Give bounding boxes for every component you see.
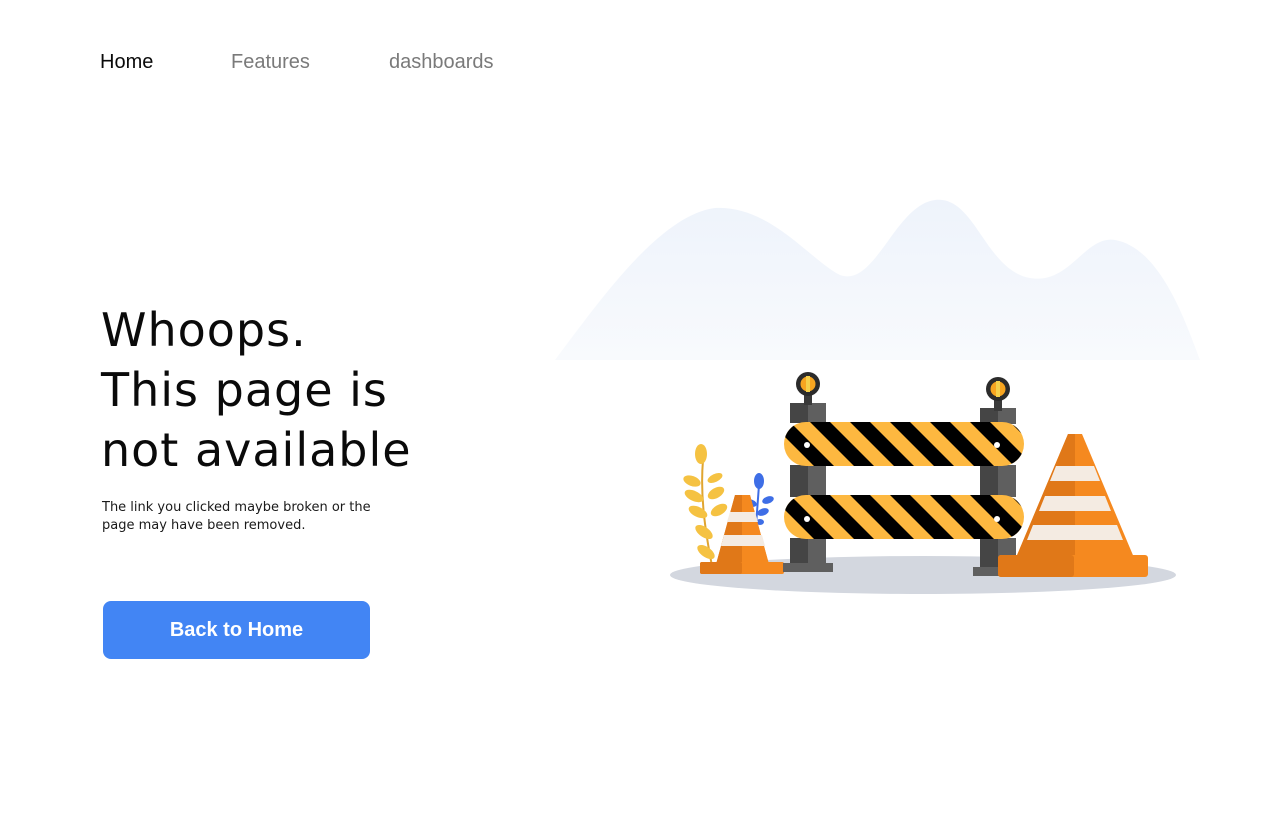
nav-features-link[interactable]: Features: [231, 48, 310, 76]
page-title-line-3: not available: [101, 423, 412, 477]
background-mountains: [555, 199, 1200, 360]
error-description: The link you clicked maybe broken or the…: [102, 500, 371, 533]
small-traffic-cone: [700, 495, 784, 574]
road-barrier-construction-icon: [555, 199, 1200, 594]
page-title-line-2: This page is: [101, 363, 388, 417]
page-title-line-1: Whoops.: [101, 303, 307, 357]
barrier-top-bar: [784, 422, 1024, 466]
nav-dashboards-link[interactable]: dashboards: [389, 48, 494, 76]
page-title: Whoops. This page is not available: [101, 300, 521, 480]
nav-home-link[interactable]: Home: [100, 48, 153, 76]
back-to-home-button[interactable]: Back to Home: [103, 601, 370, 659]
barrier-right-post: [973, 377, 1023, 576]
error-page: Home Features dashboards Whoops. This pa…: [0, 0, 1280, 832]
barrier-left-post: [783, 372, 833, 572]
